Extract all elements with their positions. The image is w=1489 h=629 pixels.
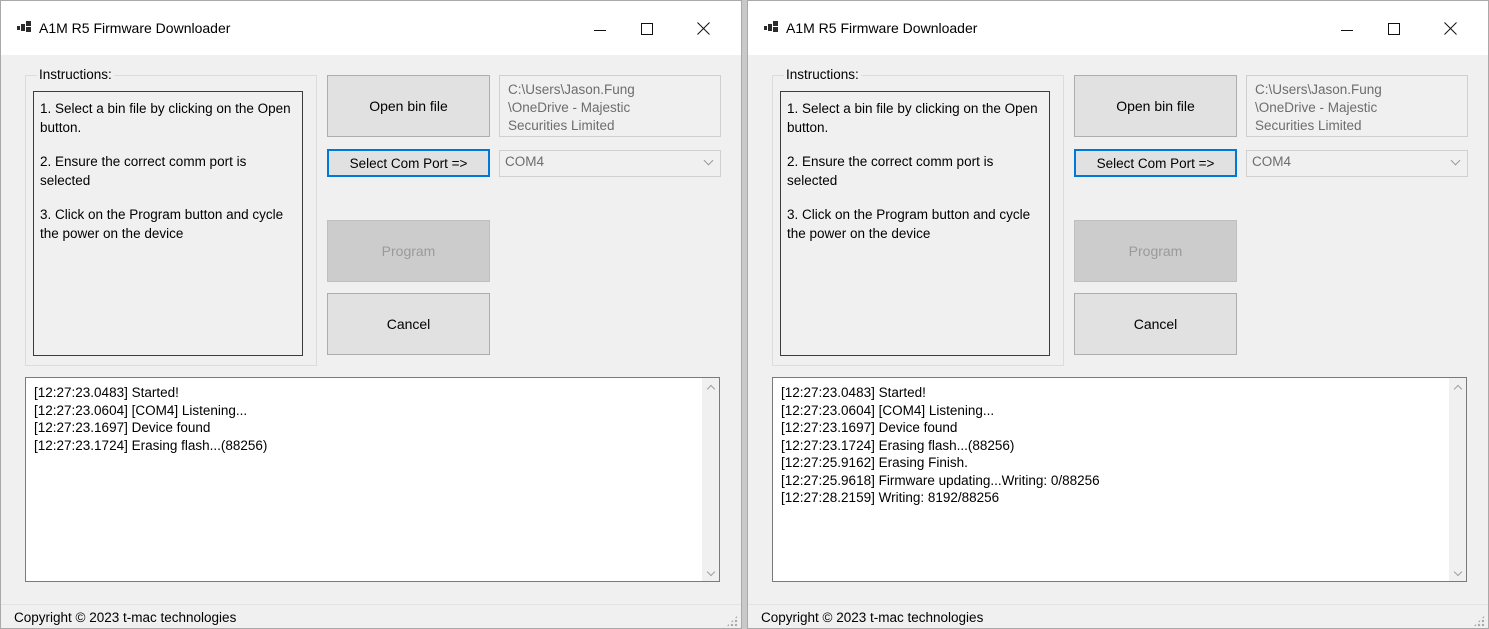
window-title: A1M R5 Firmware Downloader [786, 20, 978, 36]
com-port-value: COM4 [1252, 154, 1292, 169]
instructions-legend: Instructions: [784, 67, 861, 82]
title-bar[interactable]: A1M R5 Firmware Downloader [1, 1, 741, 55]
scroll-up-icon[interactable] [1449, 378, 1466, 395]
minimize-icon[interactable] [579, 14, 625, 42]
com-port-value: COM4 [505, 154, 545, 169]
close-icon[interactable] [1428, 14, 1474, 42]
instruction-step-3: 3. Click on the Program button and cycle… [787, 207, 1031, 241]
log-line: [12:27:25.9618] Firmware updating...Writ… [781, 472, 1100, 488]
file-path-line: Securities Limited [1255, 118, 1362, 133]
file-path-field[interactable]: C:\Users\Jason.Fung \OneDrive - Majestic… [1246, 75, 1468, 137]
log-scrollbar[interactable] [1449, 378, 1466, 581]
log-lines: [12:27:23.0483] Started! [12:27:23.0604]… [781, 384, 1100, 507]
program-button[interactable]: Program [327, 220, 490, 282]
cancel-button[interactable]: Cancel [1074, 293, 1237, 355]
log-line: [12:27:23.1724] Erasing flash...(88256) [34, 437, 268, 453]
instruction-step-2: 2. Ensure the correct comm port is selec… [40, 154, 247, 188]
file-path-line: C:\Users\Jason.Fung [1255, 82, 1382, 97]
file-path-line: Securities Limited [508, 118, 615, 133]
instructions-text: 1. Select a bin file by clicking on the … [780, 91, 1050, 356]
minimize-icon[interactable] [1326, 14, 1372, 42]
instructions-text: 1. Select a bin file by clicking on the … [33, 91, 303, 356]
log-line: [12:27:23.1697] Device found [781, 420, 958, 435]
select-com-port-button[interactable]: Select Com Port => [1074, 149, 1237, 177]
resize-grip-icon[interactable] [1473, 615, 1485, 627]
app-icon [17, 21, 31, 33]
instruction-step-1: 1. Select a bin file by clicking on the … [40, 101, 291, 135]
title-bar[interactable]: A1M R5 Firmware Downloader [748, 1, 1488, 55]
dropdown-arrow-icon[interactable] [1448, 155, 1464, 171]
close-icon[interactable] [681, 14, 727, 42]
downloader-window-right: A1M R5 Firmware Downloader Instructions:… [747, 0, 1489, 629]
maximize-icon[interactable] [625, 14, 671, 42]
status-bar: Copyright © 2023 t-mac technologies [1, 604, 741, 628]
scroll-up-icon[interactable] [702, 378, 719, 395]
instruction-step-3: 3. Click on the Program button and cycle… [40, 207, 284, 241]
window-title: A1M R5 Firmware Downloader [39, 20, 231, 36]
maximize-icon[interactable] [1372, 14, 1418, 42]
status-bar: Copyright © 2023 t-mac technologies [748, 604, 1488, 628]
com-port-dropdown[interactable]: COM4 [1246, 150, 1468, 177]
instructions-legend: Instructions: [37, 67, 114, 82]
log-line: [12:27:25.9162] Erasing Finish. [781, 455, 968, 470]
downloader-window-left: A1M R5 Firmware Downloader Instructions:… [0, 0, 742, 629]
file-path-line: \OneDrive - Majestic [1255, 100, 1378, 115]
log-scrollbar[interactable] [702, 378, 719, 581]
log-output[interactable]: [12:27:23.0483] Started! [12:27:23.0604]… [25, 377, 720, 582]
scroll-down-icon[interactable] [702, 564, 719, 581]
log-line: [12:27:23.0604] [COM4] Listening... [34, 402, 248, 418]
copyright-text: Copyright © 2023 t-mac technologies [14, 610, 237, 625]
copyright-text: Copyright © 2023 t-mac technologies [761, 610, 984, 625]
program-button[interactable]: Program [1074, 220, 1237, 282]
file-path-line: \OneDrive - Majestic [508, 100, 631, 115]
open-bin-file-button[interactable]: Open bin file [1074, 75, 1237, 137]
log-line: [12:27:23.1697] Device found [34, 420, 211, 435]
log-line: [12:27:23.1724] Erasing flash...(88256) [781, 437, 1015, 453]
instruction-step-1: 1. Select a bin file by clicking on the … [787, 101, 1038, 135]
dropdown-arrow-icon[interactable] [701, 155, 717, 171]
file-path-line: C:\Users\Jason.Fung [508, 82, 635, 97]
scroll-down-icon[interactable] [1449, 564, 1466, 581]
instruction-step-2: 2. Ensure the correct comm port is selec… [787, 154, 994, 188]
resize-grip-icon[interactable] [726, 615, 738, 627]
file-path-field[interactable]: C:\Users\Jason.Fung \OneDrive - Majestic… [499, 75, 721, 137]
log-line: [12:27:23.0483] Started! [34, 385, 179, 400]
log-lines: [12:27:23.0483] Started! [12:27:23.0604]… [34, 384, 267, 454]
app-icon [764, 21, 778, 33]
log-output[interactable]: [12:27:23.0483] Started! [12:27:23.0604]… [772, 377, 1467, 582]
open-bin-file-button[interactable]: Open bin file [327, 75, 490, 137]
com-port-dropdown[interactable]: COM4 [499, 150, 721, 177]
cancel-button[interactable]: Cancel [327, 293, 490, 355]
log-line: [12:27:23.0483] Started! [781, 385, 926, 400]
select-com-port-button[interactable]: Select Com Port => [327, 149, 490, 177]
log-line: [12:27:23.0604] [COM4] Listening... [781, 402, 995, 418]
log-line: [12:27:28.2159] Writing: 8192/88256 [781, 490, 1000, 505]
